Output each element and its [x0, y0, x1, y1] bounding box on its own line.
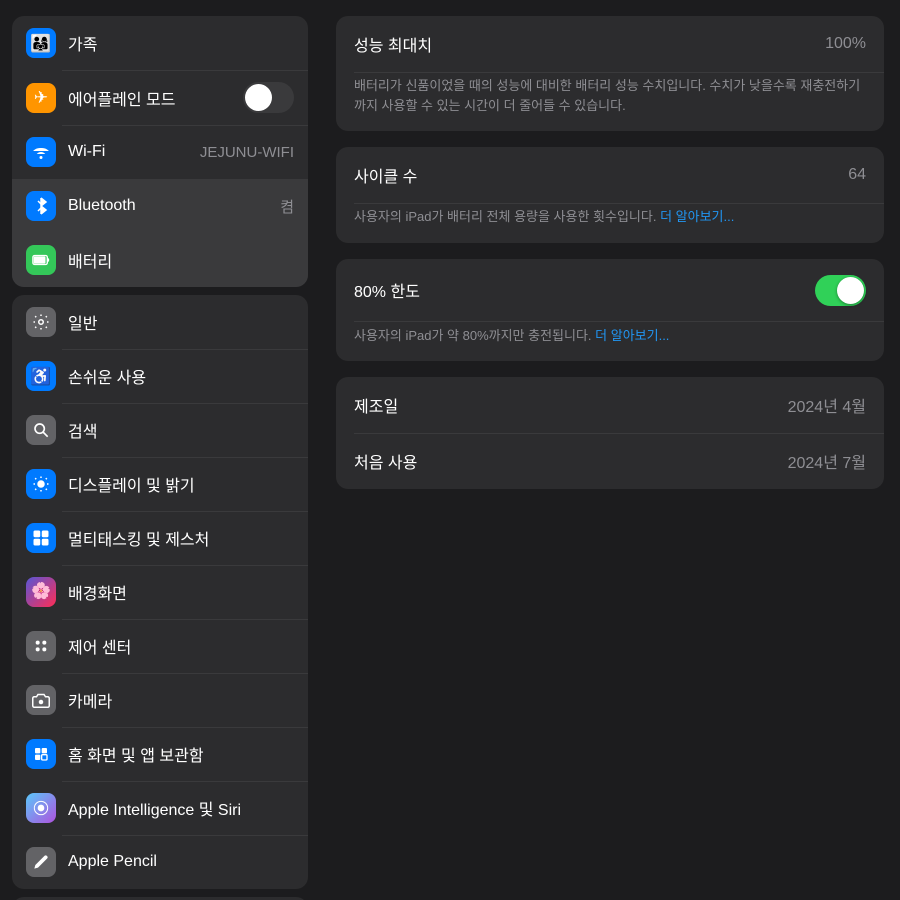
sidebar-item-label: 카메라	[68, 688, 294, 712]
sidebar-item-controlcenter[interactable]: 제어 센터	[12, 619, 308, 673]
sidebar-item-label: 가족	[68, 31, 294, 55]
sidebar-item-label: 디스플레이 및 밝기	[68, 472, 294, 496]
cycles-link-text: 더 알아보기...	[660, 209, 734, 224]
sidebar-item-label: Wi-Fi	[68, 143, 188, 161]
sidebar-item-accessibility[interactable]: ♿ 손쉬운 사용	[12, 349, 308, 403]
wallpaper-icon: 🌸	[26, 577, 56, 607]
dates-card: 제조일 2024년 4월 처음 사용 2024년 7월	[336, 377, 884, 489]
main-content: 성능 최대치 100% 배터리가 신품이었을 때의 성능에 대비한 배터리 성능…	[320, 0, 900, 900]
cycles-desc-text: 사용자의 iPad가 배터리 전체 용량을 사용한 횟수입니다.	[354, 209, 656, 224]
sidebar-item-siri[interactable]: Apple Intelligence 및 Siri	[12, 781, 308, 835]
cycles-title: 사이클 수	[354, 163, 417, 187]
sidebar-item-wallpaper[interactable]: 🌸 배경화면	[12, 565, 308, 619]
manufacture-row: 제조일 2024년 4월	[336, 377, 884, 433]
manufacture-title: 제조일	[354, 393, 398, 417]
cycles-description: 사용자의 iPad가 배터리 전체 용량을 사용한 횟수입니다. 더 알아보기.…	[336, 203, 884, 243]
wifi-value: JEJUNU-WIFI	[200, 144, 294, 161]
sidebar-item-label: Apple Pencil	[68, 853, 294, 871]
sidebar-group-connectivity: 👨‍👩‍👧 가족 ✈ 에어플레인 모드 Wi-Fi JEJUNU-WIFI	[12, 16, 308, 287]
sidebar-item-multitasking[interactable]: 멀티태스킹 및 제스처	[12, 511, 308, 565]
performance-row: 성능 최대치 100%	[336, 16, 884, 72]
sidebar-item-label: 멀티태스킹 및 제스처	[68, 526, 294, 550]
sidebar-item-label: 홈 화면 및 앱 보관함	[68, 742, 294, 766]
limit-title: 80% 한도	[354, 278, 420, 302]
sidebar-item-label: Bluetooth	[68, 197, 268, 215]
performance-desc-text: 배터리가 신품이었을 때의 성능에 대비한 배터리 성능 수치입니다. 수치가 …	[354, 78, 860, 113]
firstuse-row: 처음 사용 2024년 7월	[336, 433, 884, 489]
sidebar: 👨‍👩‍👧 가족 ✈ 에어플레인 모드 Wi-Fi JEJUNU-WIFI	[0, 0, 320, 900]
airplane-icon: ✈	[26, 83, 56, 113]
sidebar-item-label: 손쉬운 사용	[68, 364, 294, 388]
wifi-icon	[26, 137, 56, 167]
family-icon: 👨‍👩‍👧	[26, 28, 56, 58]
sidebar-item-label: Apple Intelligence 및 Siri	[68, 796, 294, 820]
cycles-value: 64	[848, 166, 866, 184]
sidebar-item-label: 에어플레인 모드	[68, 86, 231, 110]
cycles-learn-more-link[interactable]: 더 알아보기...	[660, 209, 734, 224]
airplane-toggle[interactable]	[243, 82, 294, 113]
limit-desc-text: 사용자의 iPad가 약 80%까지만 충전됩니다.	[354, 328, 592, 343]
sidebar-item-family[interactable]: 👨‍👩‍👧 가족	[12, 16, 308, 70]
sidebar-item-label: 검색	[68, 418, 294, 442]
limit-toggle[interactable]	[815, 275, 866, 306]
manufacture-value: 2024년 4월	[788, 393, 866, 417]
sidebar-item-search[interactable]: 검색	[12, 403, 308, 457]
multitasking-icon	[26, 523, 56, 553]
search-icon	[26, 415, 56, 445]
sidebar-item-label: 일반	[68, 310, 294, 334]
display-icon	[26, 469, 56, 499]
sidebar-item-battery[interactable]: 배터리	[12, 233, 308, 287]
camera-icon	[26, 685, 56, 715]
pencil-icon	[26, 847, 56, 877]
toggle-knob	[837, 277, 864, 304]
sidebar-item-label: 제어 센터	[68, 634, 294, 658]
sidebar-item-pencil[interactable]: Apple Pencil	[12, 835, 308, 889]
firstuse-title: 처음 사용	[354, 449, 417, 473]
homescreen-icon	[26, 739, 56, 769]
battery-icon	[26, 245, 56, 275]
limit-row: 80% 한도	[336, 259, 884, 322]
siri-icon	[26, 793, 56, 823]
sidebar-item-homescreen[interactable]: 홈 화면 및 앱 보관함	[12, 727, 308, 781]
controlcenter-icon	[26, 631, 56, 661]
limit-description: 사용자의 iPad가 약 80%까지만 충전됩니다. 더 알아보기...	[336, 322, 884, 362]
sidebar-item-wifi[interactable]: Wi-Fi JEJUNU-WIFI	[12, 125, 308, 179]
performance-title: 성능 최대치	[354, 32, 432, 56]
cycles-row: 사이클 수 64	[336, 147, 884, 203]
performance-card: 성능 최대치 100% 배터리가 신품이었을 때의 성능에 대비한 배터리 성능…	[336, 16, 884, 131]
accessibility-icon: ♿	[26, 361, 56, 391]
performance-value: 100%	[825, 35, 866, 53]
sidebar-item-general[interactable]: 일반	[12, 295, 308, 349]
gear-icon	[26, 307, 56, 337]
sidebar-item-camera[interactable]: 카메라	[12, 673, 308, 727]
limit-link-text: 더 알아보기...	[595, 328, 669, 343]
sidebar-group-general: 일반 ♿ 손쉬운 사용 검색 디스플레	[12, 295, 308, 889]
bluetooth-icon	[26, 191, 56, 221]
sidebar-item-bluetooth[interactable]: Bluetooth 켬	[12, 179, 308, 233]
sidebar-item-display[interactable]: 디스플레이 및 밝기	[12, 457, 308, 511]
bluetooth-value: 켬	[280, 196, 294, 217]
sidebar-item-airplane[interactable]: ✈ 에어플레인 모드	[12, 70, 308, 125]
limit-card: 80% 한도 사용자의 iPad가 약 80%까지만 충전됩니다. 더 알아보기…	[336, 259, 884, 362]
firstuse-value: 2024년 7월	[788, 449, 866, 473]
sidebar-item-label: 배경화면	[68, 580, 294, 604]
performance-description: 배터리가 신품이었을 때의 성능에 대비한 배터리 성능 수치입니다. 수치가 …	[336, 72, 884, 131]
limit-learn-more-link[interactable]: 더 알아보기...	[595, 328, 669, 343]
cycles-card: 사이클 수 64 사용자의 iPad가 배터리 전체 용량을 사용한 횟수입니다…	[336, 147, 884, 243]
sidebar-item-label: 배터리	[68, 248, 294, 272]
